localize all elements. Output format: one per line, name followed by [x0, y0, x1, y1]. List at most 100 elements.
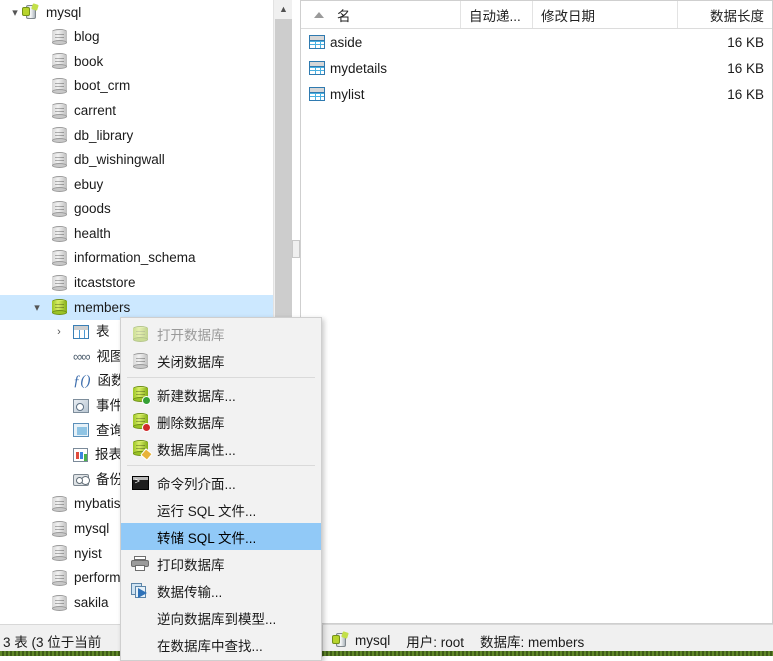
database-icon [52, 594, 67, 611]
cell-data-length: 16 KB [727, 60, 764, 76]
tree-item-label: 事件 [96, 398, 123, 414]
menu-item-dump-sql-file[interactable]: 转储 SQL 文件... [121, 523, 321, 550]
printer-icon [129, 556, 151, 571]
tree-item-label: 查询 [96, 422, 123, 438]
column-header-modified-date[interactable]: 修改日期 [533, 1, 678, 28]
view-icon: ∞∞ [73, 349, 91, 365]
tree-item-label: mysql [46, 4, 82, 20]
database-icon [52, 53, 67, 70]
tree-item-database[interactable]: book [0, 49, 273, 74]
menu-item-database-properties[interactable]: 数据库属性... [121, 435, 321, 462]
report-icon [73, 447, 88, 462]
menu-item-label: 在数据库中查找... [157, 638, 263, 654]
database-closed-icon [129, 352, 151, 369]
tree-item-label: mysql [74, 521, 110, 537]
menu-item-find-in-database[interactable]: 在数据库中查找... [121, 631, 321, 658]
table-icon [309, 35, 325, 49]
splitter-grip-icon[interactable] [292, 240, 300, 258]
database-icon [52, 78, 67, 95]
menu-item-run-sql-file[interactable]: 运行 SQL 文件... [121, 496, 321, 523]
menu-item-label: 转储 SQL 文件... [157, 530, 257, 546]
scroll-up-icon[interactable]: ▲ [274, 0, 292, 18]
tree-item-database[interactable]: health [0, 221, 273, 246]
database-icon [52, 520, 67, 537]
menu-item-label: 打印数据库 [157, 557, 225, 573]
database-icon [52, 274, 67, 291]
database-add-icon [129, 386, 151, 405]
column-header-label: 修改日期 [541, 8, 595, 24]
status-connection-info: mysql 用户: root 数据库: members [323, 631, 584, 651]
chevron-down-icon[interactable]: ▾ [8, 6, 22, 19]
tree-item-label: 报表 [95, 447, 122, 463]
database-icon [52, 545, 67, 562]
table-icon [73, 325, 89, 340]
column-header-autoincrement[interactable]: 自动递... [461, 1, 533, 28]
tree-item-database[interactable]: db_library [0, 123, 273, 148]
table-row[interactable]: mylist 16 KB [301, 81, 772, 107]
list-header: 名 自动递... 修改日期 数据长度 [301, 1, 772, 29]
menu-item-label: 新建数据库... [157, 388, 236, 404]
database-icon [52, 250, 67, 267]
tree-item-database[interactable]: information_schema [0, 246, 273, 271]
table-row[interactable]: mydetails 16 KB [301, 55, 772, 81]
tree-item-label: 表 [96, 324, 110, 340]
table-name-label: mydetails [330, 60, 388, 76]
tree-item-database[interactable]: itcaststore [0, 271, 273, 296]
menu-item-data-transfer[interactable]: 数据传输... [121, 577, 321, 604]
database-icon [52, 176, 67, 193]
table-icon [309, 87, 325, 101]
chevron-right-icon[interactable]: › [52, 326, 66, 338]
tree-item-connection[interactable]: ▾ mysql [0, 0, 273, 25]
cell-name: mydetails [301, 61, 461, 76]
menu-item-reverse-database-to-model[interactable]: 逆向数据库到模型... [121, 604, 321, 631]
table-name-label: mylist [330, 86, 365, 102]
column-header-label: 自动递... [469, 8, 521, 24]
tree-item-label: sakila [74, 594, 109, 610]
menu-separator [127, 465, 315, 466]
menu-item-label: 运行 SQL 文件... [157, 503, 257, 519]
column-header-data-length[interactable]: 数据长度 [678, 1, 772, 28]
column-header-name[interactable]: 名 [301, 1, 461, 28]
menu-item-console[interactable]: 命令列介面... [121, 469, 321, 496]
tree-item-label: goods [74, 201, 111, 217]
chevron-down-icon[interactable]: ▾ [30, 301, 44, 314]
menu-item-print-database[interactable]: 打印数据库 [121, 550, 321, 577]
database-icon [52, 102, 67, 119]
cell-data-length: 16 KB [727, 86, 764, 102]
tree-item-database[interactable]: db_wishingwall [0, 148, 273, 173]
table-row[interactable]: aside 16 KB [301, 29, 772, 55]
table-name-label: aside [330, 34, 363, 50]
menu-separator [127, 377, 315, 378]
database-edit-icon [129, 440, 153, 461]
tree-item-database[interactable]: goods [0, 197, 273, 222]
menu-item-new-database[interactable]: 新建数据库... [121, 381, 321, 408]
tree-item-label: 备份 [96, 471, 123, 487]
object-list-panel: 名 自动递... 修改日期 数据长度 aside 16 KB mydetails… [300, 0, 773, 624]
tree-item-label: boot_crm [74, 78, 131, 94]
query-icon [73, 423, 89, 438]
tree-item-label: nyist [74, 545, 102, 561]
tree-item-database[interactable]: carrent [0, 98, 273, 123]
tree-item-label: blog [74, 29, 100, 45]
database-context-menu[interactable]: 打开数据库 关闭数据库 新建数据库... 删除数据库 数据库属性... > 命令… [120, 317, 322, 661]
menu-item-label: 数据库属性... [157, 442, 236, 458]
menu-item-label: 删除数据库 [157, 415, 225, 431]
status-connection-label: mysql [355, 633, 391, 648]
tree-item-database[interactable]: blog [0, 25, 273, 50]
connection-icon [22, 3, 39, 21]
menu-item-open-database[interactable]: 打开数据库 [121, 320, 321, 347]
menu-item-close-database[interactable]: 关闭数据库 [121, 347, 321, 374]
tree-item-database[interactable]: ebuy [0, 172, 273, 197]
menu-item-delete-database[interactable]: 删除数据库 [121, 408, 321, 435]
status-connection: mysql [332, 631, 391, 649]
menu-item-label: 数据传输... [157, 584, 223, 600]
data-transfer-icon [129, 583, 151, 598]
database-icon [52, 225, 67, 242]
status-bar-accent [0, 651, 773, 656]
menu-item-label: 逆向数据库到模型... [157, 611, 277, 627]
tree-item-label: carrent [74, 102, 117, 118]
console-icon [129, 475, 151, 490]
tree-item-label: ebuy [74, 176, 104, 192]
tree-item-database[interactable]: boot_crm [0, 74, 273, 99]
sort-ascending-icon [314, 11, 324, 18]
